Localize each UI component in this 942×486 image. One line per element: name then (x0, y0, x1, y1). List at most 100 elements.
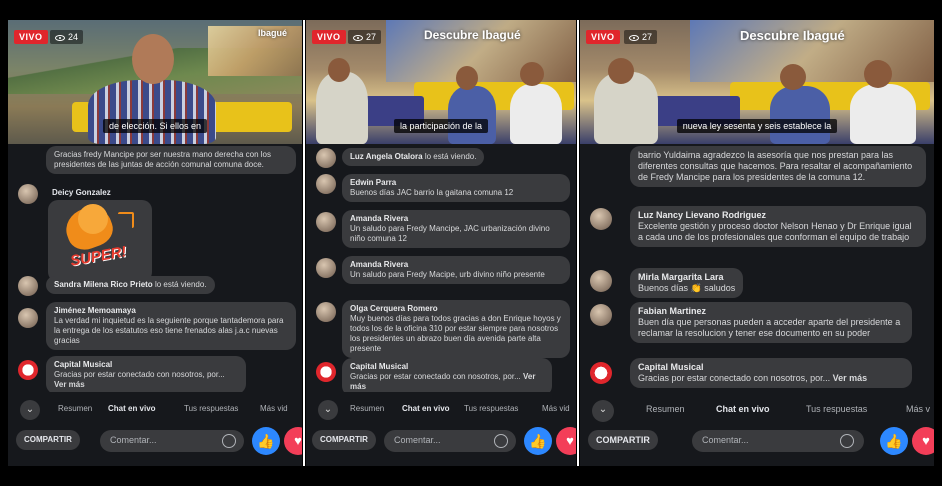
video-person-head (132, 34, 174, 84)
chevron-down-icon[interactable]: ⌄ (20, 400, 40, 420)
comment-bubble: Mirla Margarita Lara Buenos días 👏 saludo… (630, 268, 744, 298)
comment-author[interactable]: Mirla Margarita Lara (638, 272, 735, 283)
comment-author[interactable]: Capital Musical (350, 362, 544, 372)
chevron-down-icon[interactable]: ⌄ (592, 400, 614, 422)
share-button[interactable]: COMPARTIR (16, 430, 80, 450)
comment-author[interactable]: Olga Cerquera Romero (350, 304, 562, 314)
video-person (448, 86, 496, 144)
comment-bubble: Gracias fredy Mancipe por ser nuestra ma… (46, 146, 296, 174)
video-player[interactable]: VIVO 24 Ibagué de elección. Si ellos en (8, 20, 302, 144)
tab-chat-en-vivo[interactable]: Chat en vivo (402, 404, 450, 413)
capital-musical-avatar[interactable] (590, 362, 612, 384)
share-button[interactable]: COMPARTIR (588, 430, 658, 450)
video-person (510, 84, 562, 144)
comment-text: Buenos días JAC barrio la gaitana comuna… (350, 188, 514, 197)
capital-musical-avatar[interactable] (316, 362, 336, 382)
emoji-icon[interactable] (494, 434, 508, 448)
tab-resumen[interactable]: Resumen (646, 404, 685, 414)
like-button[interactable]: 👍 (524, 427, 552, 455)
see-more-link[interactable]: Ver más (833, 373, 868, 383)
comment-bubble: Fabian Martinez Buen día que personas pue… (630, 302, 912, 343)
video-player[interactable]: VIVO 27 Descubre Ibagué la participación… (306, 20, 576, 144)
video-person-head (456, 66, 478, 90)
comment-author[interactable]: Deicy Gonzalez (52, 188, 111, 197)
user-avatar[interactable] (18, 308, 38, 328)
comment-author[interactable]: Edwin Parra (350, 178, 562, 188)
comment-text: Un saludo para Fredy Macipe, urb divino … (350, 270, 545, 279)
comment-text: barrio Yuldaima agradezco la asesoría qu… (638, 150, 913, 182)
video-person (770, 86, 830, 144)
video-person (850, 84, 916, 144)
comment-author[interactable]: Fabian Martinez (638, 306, 904, 317)
tab-resumen[interactable]: Resumen (350, 404, 384, 413)
comment-bubble: Luz Nancy Lievano Rodriguez Excelente ges… (630, 206, 926, 247)
user-avatar[interactable] (316, 302, 336, 322)
comment-placeholder: Comentar... (702, 435, 749, 445)
comment-bubble: Capital Musical Gracias por estar conecta… (342, 358, 552, 392)
user-avatar[interactable] (316, 258, 336, 278)
love-button[interactable]: ♥ (912, 427, 934, 455)
live-chat-list[interactable]: Luz Angela Otalora lo está viendo. Edwin… (306, 144, 576, 392)
tab-tus-respuestas[interactable]: Tus respuestas (806, 404, 867, 414)
live-badge: VIVO (312, 30, 346, 44)
comment-placeholder: Comentar... (110, 435, 157, 445)
comment-author[interactable]: Capital Musical (638, 362, 904, 373)
user-avatar[interactable] (590, 208, 612, 230)
user-avatar[interactable] (316, 212, 336, 232)
live-chat-list[interactable]: Gracias fredy Mancipe por ser nuestra ma… (8, 144, 302, 392)
tab-mas-videos[interactable]: Más vid (542, 404, 570, 413)
share-button[interactable]: COMPARTIR (312, 430, 376, 450)
comment-author[interactable]: Amanda Rivera (350, 260, 562, 270)
tab-resumen[interactable]: Resumen (58, 404, 92, 413)
comment-input[interactable]: Comentar... (692, 430, 864, 452)
comment-bubble: Amanda Rivera Un saludo para Fredy Mancip… (342, 210, 570, 248)
capital-musical-avatar[interactable] (18, 360, 38, 380)
user-avatar[interactable] (590, 270, 612, 292)
chevron-down-icon[interactable]: ⌄ (318, 400, 338, 420)
viewer-count: 24 (50, 30, 84, 44)
tab-tus-respuestas[interactable]: Tus respuestas (464, 404, 518, 413)
comment-input[interactable]: Comentar... (384, 430, 516, 452)
live-caption: de elección. Si ellos en (8, 116, 302, 134)
user-avatar[interactable] (316, 174, 336, 194)
comment-bubble: Amanda Rivera Un saludo para Fredy Macipe… (342, 256, 570, 284)
comment-author[interactable]: Luz Nancy Lievano Rodriguez (638, 210, 918, 221)
video-player[interactable]: VIVO 27 Descubre Ibagué nueva ley sesent… (580, 20, 934, 144)
like-button[interactable]: 👍 (252, 427, 280, 455)
like-button[interactable]: 👍 (880, 427, 908, 455)
live-caption: la participación de la (306, 116, 576, 134)
comment-bubble: Sandra Milena Rico Prieto lo está viendo… (46, 276, 215, 294)
comment-bubble: Olga Cerquera Romero Muy buenos días para… (342, 300, 570, 358)
brand-watermark: Ibagué (258, 28, 288, 38)
comment-text: Excelente gestión y proceso doctor Nelso… (638, 221, 912, 242)
comment-text: Buen día que personas pueden a acceder a… (638, 317, 901, 338)
tab-tus-respuestas[interactable]: Tus respuestas (184, 404, 238, 413)
comment-author[interactable]: Luz Angela Otalora (350, 152, 423, 161)
video-person-head (520, 62, 544, 86)
user-avatar[interactable] (18, 276, 38, 296)
see-more-link[interactable]: Ver más (54, 380, 85, 389)
user-avatar[interactable] (590, 304, 612, 326)
live-caption: nueva ley sesenta y seis establece la (580, 116, 934, 134)
caption-text: la participación de la (393, 119, 489, 133)
tab-mas-videos[interactable]: Más v (906, 404, 930, 414)
comment-author[interactable]: Capital Musical (54, 360, 238, 370)
live-chat-list[interactable]: barrio Yuldaima agradezco la asesoría qu… (580, 144, 934, 392)
emoji-icon[interactable] (840, 434, 854, 448)
user-avatar[interactable] (316, 148, 336, 168)
love-button[interactable]: ♥ (556, 427, 576, 455)
live-badge: VIVO (586, 30, 620, 44)
tab-chat-en-vivo[interactable]: Chat en vivo (108, 404, 156, 413)
user-avatar[interactable] (18, 184, 38, 204)
eye-icon (353, 34, 363, 41)
comment-author[interactable]: Amanda Rivera (350, 214, 562, 224)
comment-author[interactable]: Sandra Milena Rico Prieto (54, 280, 153, 289)
comment-text: Buenos días 👏 saludos (638, 283, 736, 293)
tab-chat-en-vivo[interactable]: Chat en vivo (716, 404, 770, 414)
comment-author[interactable]: Jiménez Memoamaya (54, 306, 288, 316)
chat-tabs: ⌄ Resumen Chat en vivo Tus respuestas Má… (580, 398, 934, 422)
tab-mas-videos[interactable]: Más vid (260, 404, 288, 413)
emoji-icon[interactable] (222, 434, 236, 448)
love-button[interactable]: ♥ (284, 427, 302, 455)
comment-input[interactable]: Comentar... (100, 430, 244, 452)
